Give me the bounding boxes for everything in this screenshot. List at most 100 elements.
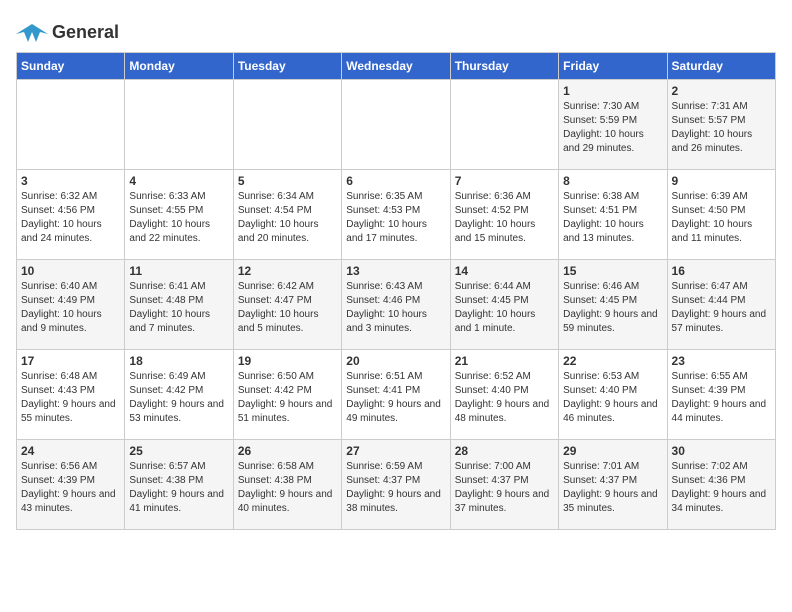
sunset-text: Sunset: 5:59 PM: [563, 115, 637, 126]
day-number: 29: [563, 444, 662, 458]
calendar-cell: 16 Sunrise: 6:47 AM Sunset: 4:44 PM Dayl…: [667, 260, 775, 350]
sunset-text: Sunset: 4:39 PM: [672, 385, 746, 396]
calendar-cell: 30 Sunrise: 7:02 AM Sunset: 4:36 PM Dayl…: [667, 440, 775, 530]
day-number: 17: [21, 354, 120, 368]
day-info: Sunrise: 6:55 AM Sunset: 4:39 PM Dayligh…: [672, 370, 771, 426]
sunrise-text: Sunrise: 6:39 AM: [672, 191, 748, 202]
sunrise-text: Sunrise: 6:51 AM: [346, 371, 422, 382]
day-info: Sunrise: 6:32 AM Sunset: 4:56 PM Dayligh…: [21, 190, 120, 246]
calendar-week-row: 1 Sunrise: 7:30 AM Sunset: 5:59 PM Dayli…: [17, 80, 776, 170]
sunset-text: Sunset: 4:40 PM: [563, 385, 637, 396]
daylight-text: Daylight: 9 hours and 38 minutes.: [346, 489, 441, 514]
day-number: 7: [455, 174, 554, 188]
sunset-text: Sunset: 4:42 PM: [129, 385, 203, 396]
daylight-text: Daylight: 10 hours and 22 minutes.: [129, 219, 210, 244]
page-header: General: [16, 16, 776, 44]
calendar-cell: 6 Sunrise: 6:35 AM Sunset: 4:53 PM Dayli…: [342, 170, 450, 260]
day-number: 2: [672, 84, 771, 98]
daylight-text: Daylight: 10 hours and 20 minutes.: [238, 219, 319, 244]
daylight-text: Daylight: 9 hours and 53 minutes.: [129, 399, 224, 424]
day-number: 14: [455, 264, 554, 278]
sunset-text: Sunset: 4:37 PM: [563, 475, 637, 486]
sunrise-text: Sunrise: 7:30 AM: [563, 101, 639, 112]
day-info: Sunrise: 6:44 AM Sunset: 4:45 PM Dayligh…: [455, 280, 554, 336]
calendar-cell: 15 Sunrise: 6:46 AM Sunset: 4:45 PM Dayl…: [559, 260, 667, 350]
calendar-cell: 19 Sunrise: 6:50 AM Sunset: 4:42 PM Dayl…: [233, 350, 341, 440]
weekday-header-saturday: Saturday: [667, 53, 775, 80]
sunrise-text: Sunrise: 6:46 AM: [563, 281, 639, 292]
daylight-text: Daylight: 9 hours and 41 minutes.: [129, 489, 224, 514]
daylight-text: Daylight: 9 hours and 35 minutes.: [563, 489, 658, 514]
calendar-cell: 1 Sunrise: 7:30 AM Sunset: 5:59 PM Dayli…: [559, 80, 667, 170]
calendar-cell: 2 Sunrise: 7:31 AM Sunset: 5:57 PM Dayli…: [667, 80, 775, 170]
weekday-header-row: SundayMondayTuesdayWednesdayThursdayFrid…: [17, 53, 776, 80]
calendar-cell: 10 Sunrise: 6:40 AM Sunset: 4:49 PM Dayl…: [17, 260, 125, 350]
day-number: 23: [672, 354, 771, 368]
day-info: Sunrise: 6:43 AM Sunset: 4:46 PM Dayligh…: [346, 280, 445, 336]
sunrise-text: Sunrise: 6:33 AM: [129, 191, 205, 202]
sunrise-text: Sunrise: 7:02 AM: [672, 461, 748, 472]
logo: General: [16, 20, 119, 44]
day-info: Sunrise: 6:48 AM Sunset: 4:43 PM Dayligh…: [21, 370, 120, 426]
day-info: Sunrise: 6:41 AM Sunset: 4:48 PM Dayligh…: [129, 280, 228, 336]
daylight-text: Daylight: 9 hours and 34 minutes.: [672, 489, 767, 514]
daylight-text: Daylight: 10 hours and 13 minutes.: [563, 219, 644, 244]
sunset-text: Sunset: 4:40 PM: [455, 385, 529, 396]
day-number: 10: [21, 264, 120, 278]
sunrise-text: Sunrise: 7:00 AM: [455, 461, 531, 472]
calendar-table: SundayMondayTuesdayWednesdayThursdayFrid…: [16, 52, 776, 530]
calendar-cell: 23 Sunrise: 6:55 AM Sunset: 4:39 PM Dayl…: [667, 350, 775, 440]
sunset-text: Sunset: 4:37 PM: [346, 475, 420, 486]
day-number: 9: [672, 174, 771, 188]
daylight-text: Daylight: 9 hours and 40 minutes.: [238, 489, 333, 514]
sunrise-text: Sunrise: 6:57 AM: [129, 461, 205, 472]
day-number: 20: [346, 354, 445, 368]
sunset-text: Sunset: 5:57 PM: [672, 115, 746, 126]
sunset-text: Sunset: 4:56 PM: [21, 205, 95, 216]
daylight-text: Daylight: 10 hours and 5 minutes.: [238, 309, 319, 334]
sunset-text: Sunset: 4:55 PM: [129, 205, 203, 216]
calendar-cell: 17 Sunrise: 6:48 AM Sunset: 4:43 PM Dayl…: [17, 350, 125, 440]
daylight-text: Daylight: 10 hours and 26 minutes.: [672, 129, 753, 154]
daylight-text: Daylight: 10 hours and 1 minute.: [455, 309, 536, 334]
day-info: Sunrise: 6:52 AM Sunset: 4:40 PM Dayligh…: [455, 370, 554, 426]
day-info: Sunrise: 7:30 AM Sunset: 5:59 PM Dayligh…: [563, 100, 662, 156]
day-number: 28: [455, 444, 554, 458]
calendar-cell: 24 Sunrise: 6:56 AM Sunset: 4:39 PM Dayl…: [17, 440, 125, 530]
day-number: 6: [346, 174, 445, 188]
daylight-text: Daylight: 9 hours and 44 minutes.: [672, 399, 767, 424]
calendar-cell: [233, 80, 341, 170]
calendar-cell: 8 Sunrise: 6:38 AM Sunset: 4:51 PM Dayli…: [559, 170, 667, 260]
daylight-text: Daylight: 10 hours and 3 minutes.: [346, 309, 427, 334]
sunset-text: Sunset: 4:36 PM: [672, 475, 746, 486]
day-info: Sunrise: 6:38 AM Sunset: 4:51 PM Dayligh…: [563, 190, 662, 246]
daylight-text: Daylight: 9 hours and 48 minutes.: [455, 399, 550, 424]
calendar-cell: 27 Sunrise: 6:59 AM Sunset: 4:37 PM Dayl…: [342, 440, 450, 530]
calendar-week-row: 3 Sunrise: 6:32 AM Sunset: 4:56 PM Dayli…: [17, 170, 776, 260]
sunset-text: Sunset: 4:50 PM: [672, 205, 746, 216]
weekday-header-wednesday: Wednesday: [342, 53, 450, 80]
calendar-cell: 7 Sunrise: 6:36 AM Sunset: 4:52 PM Dayli…: [450, 170, 558, 260]
calendar-cell: 9 Sunrise: 6:39 AM Sunset: 4:50 PM Dayli…: [667, 170, 775, 260]
daylight-text: Daylight: 10 hours and 11 minutes.: [672, 219, 753, 244]
day-number: 30: [672, 444, 771, 458]
calendar-cell: 20 Sunrise: 6:51 AM Sunset: 4:41 PM Dayl…: [342, 350, 450, 440]
day-info: Sunrise: 6:58 AM Sunset: 4:38 PM Dayligh…: [238, 460, 337, 516]
day-number: 3: [21, 174, 120, 188]
sunset-text: Sunset: 4:46 PM: [346, 295, 420, 306]
day-number: 8: [563, 174, 662, 188]
calendar-cell: 5 Sunrise: 6:34 AM Sunset: 4:54 PM Dayli…: [233, 170, 341, 260]
weekday-header-sunday: Sunday: [17, 53, 125, 80]
day-info: Sunrise: 6:49 AM Sunset: 4:42 PM Dayligh…: [129, 370, 228, 426]
day-number: 12: [238, 264, 337, 278]
daylight-text: Daylight: 10 hours and 15 minutes.: [455, 219, 536, 244]
day-number: 4: [129, 174, 228, 188]
day-number: 18: [129, 354, 228, 368]
daylight-text: Daylight: 10 hours and 7 minutes.: [129, 309, 210, 334]
day-info: Sunrise: 6:33 AM Sunset: 4:55 PM Dayligh…: [129, 190, 228, 246]
sunrise-text: Sunrise: 6:48 AM: [21, 371, 97, 382]
sunset-text: Sunset: 4:38 PM: [129, 475, 203, 486]
day-number: 27: [346, 444, 445, 458]
day-info: Sunrise: 6:56 AM Sunset: 4:39 PM Dayligh…: [21, 460, 120, 516]
calendar-cell: [342, 80, 450, 170]
